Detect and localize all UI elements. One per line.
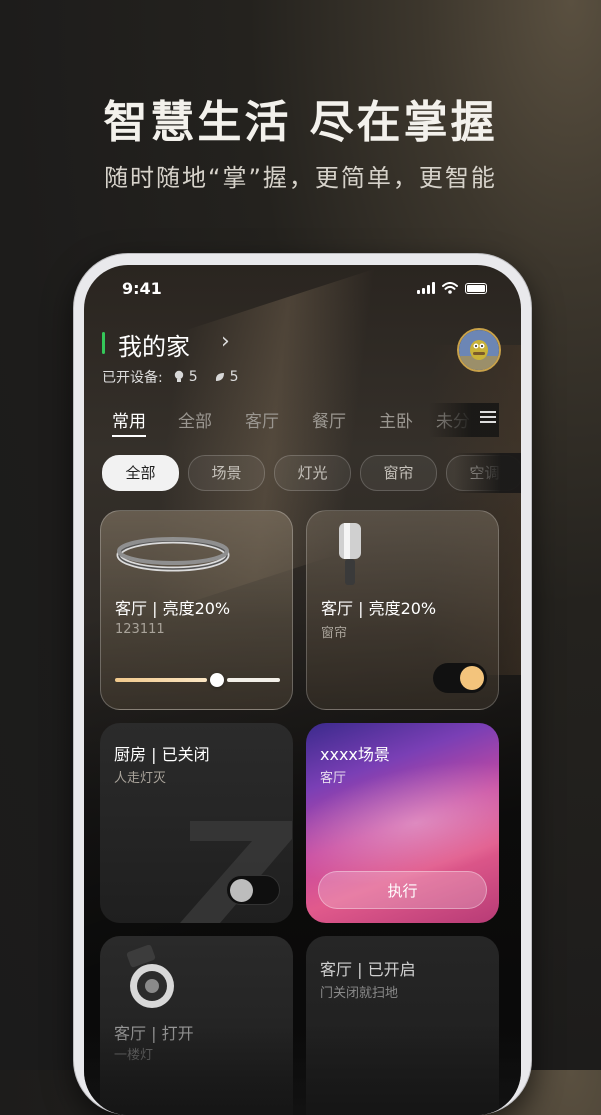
home-title: 我的家 xyxy=(118,333,190,361)
promo-title: 智慧生活 尽在掌握 xyxy=(103,97,498,148)
tab-dining-room[interactable]: 餐厅 xyxy=(312,407,346,432)
home-accent-bar xyxy=(102,332,105,354)
slider-fill xyxy=(115,678,207,682)
battery-icon xyxy=(465,283,487,294)
chip-lighting[interactable]: 灯光 xyxy=(274,455,351,491)
toggle-knob xyxy=(230,879,253,902)
curtain-motor-image xyxy=(339,523,361,585)
menu-icon[interactable] xyxy=(480,411,496,426)
slider-knob[interactable] xyxy=(210,673,224,687)
tab-all[interactable]: 全部 xyxy=(178,407,212,432)
slider-track-rest xyxy=(227,678,280,682)
device-card-kitchen[interactable]: 厨房 | 已关闭 人走灯灭 xyxy=(100,723,293,923)
promo-subtitle: 随时随地“掌”握，更简单，更智能 xyxy=(104,164,497,192)
device-card-curtain[interactable]: 客厅 | 亮度20% 窗帘 xyxy=(306,510,499,710)
downlight-image xyxy=(126,944,174,1008)
avatar-image xyxy=(459,330,499,370)
lights-on-count: 5 xyxy=(188,369,198,385)
leaf-icon xyxy=(215,373,224,381)
power-toggle[interactable] xyxy=(226,875,280,905)
scene-title: xxxx场景 xyxy=(320,745,390,764)
chevron-right-icon: › xyxy=(221,329,230,354)
card-title: 客厅 | 已开启 xyxy=(320,960,416,979)
scene-room: 客厅 xyxy=(320,771,347,786)
chip-all[interactable]: 全部 xyxy=(102,455,179,491)
app-screen: 9:41 我的家 › 已开设备: 5 5 常用 全部 客厅 餐厅 主卧 全部 场… xyxy=(84,265,521,1115)
lightbulb-icon xyxy=(174,370,183,382)
user-avatar[interactable] xyxy=(457,328,501,372)
card-subtitle: 人走灯灭 xyxy=(114,771,167,786)
scene-card[interactable]: xxxx场景 客厅 执行 xyxy=(306,723,499,923)
card-subtitle: 123111 xyxy=(115,622,165,637)
active-tab-underline xyxy=(112,435,146,437)
chip-scene[interactable]: 场景 xyxy=(188,455,265,491)
tab-frequent[interactable]: 常用 xyxy=(112,407,146,432)
card-title: 客厅 | 打开 xyxy=(114,1024,194,1043)
execute-button[interactable]: 执行 xyxy=(318,871,487,909)
tab-master-bedroom[interactable]: 主卧 xyxy=(379,407,413,432)
card-subtitle: 门关闭就扫地 xyxy=(320,986,399,1001)
chips-fade xyxy=(454,453,521,493)
status-time: 9:41 xyxy=(122,279,162,298)
card-subtitle: 窗帘 xyxy=(321,626,348,641)
card-title: 客厅 | 亮度20% xyxy=(321,599,437,618)
wifi-icon xyxy=(442,282,458,294)
power-toggle[interactable] xyxy=(433,663,487,693)
card-subtitle: 一楼灯 xyxy=(114,1048,154,1063)
ring-light-image xyxy=(116,537,230,572)
cellular-signal-icon xyxy=(417,282,435,294)
device-stats-label: 已开设备: xyxy=(102,370,163,386)
card-title: 客厅 | 亮度20% xyxy=(115,599,231,618)
device-card-downlight[interactable]: 客厅 | 打开 一楼灯 xyxy=(100,936,293,1115)
device-card-ring-light[interactable]: 客厅 | 亮度20% 123111 xyxy=(100,510,293,710)
brightness-slider[interactable] xyxy=(115,673,280,687)
plugs-on-count: 5 xyxy=(229,369,239,385)
tab-living-room[interactable]: 客厅 xyxy=(245,407,279,432)
toggle-knob xyxy=(460,666,484,690)
z-logo-decoration xyxy=(180,821,292,923)
card-title: 厨房 | 已关闭 xyxy=(114,745,210,764)
device-card-robot-vacuum[interactable]: 客厅 | 已开启 门关闭就扫地 xyxy=(306,936,499,1115)
status-bar: 9:41 xyxy=(84,277,521,301)
device-stats: 已开设备: 5 5 xyxy=(102,367,239,387)
chip-curtain[interactable]: 窗帘 xyxy=(360,455,437,491)
